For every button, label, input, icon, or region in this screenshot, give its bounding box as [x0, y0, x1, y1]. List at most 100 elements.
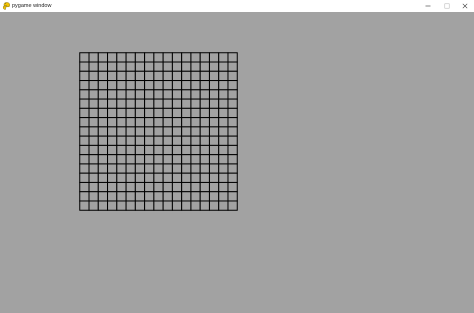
board-cell[interactable] [125, 98, 136, 109]
board-cell[interactable] [107, 61, 118, 72]
board-cell[interactable] [144, 154, 155, 165]
board-cell[interactable] [79, 154, 90, 165]
board-cell[interactable] [199, 107, 210, 119]
board-cell[interactable] [144, 117, 155, 128]
board-cell[interactable] [116, 70, 127, 82]
board-cell[interactable] [144, 135, 155, 146]
board-cell[interactable] [134, 200, 146, 211]
board-cell[interactable] [144, 181, 155, 193]
board-cell[interactable] [107, 172, 118, 183]
board-cell[interactable] [190, 200, 201, 211]
board-cell[interactable] [79, 144, 90, 156]
board-cell[interactable] [88, 154, 99, 165]
board-cell[interactable] [181, 89, 192, 100]
board-cell[interactable] [171, 126, 183, 137]
board-cell[interactable] [208, 107, 220, 119]
board-cell[interactable] [134, 80, 146, 91]
board-cell[interactable] [107, 163, 118, 174]
board-cell[interactable] [190, 154, 201, 165]
board-cell[interactable] [171, 163, 183, 174]
board-cell[interactable] [153, 70, 164, 82]
board-cell[interactable] [79, 52, 90, 63]
board-cell[interactable] [199, 181, 210, 193]
board-cell[interactable] [88, 135, 99, 146]
board-cell[interactable] [162, 117, 173, 128]
board-cell[interactable] [181, 191, 192, 202]
board-cell[interactable] [144, 126, 155, 137]
board-cell[interactable] [190, 80, 201, 91]
board-cell[interactable] [79, 98, 90, 109]
board-cell[interactable] [134, 144, 146, 156]
board-cell[interactable] [199, 154, 210, 165]
board-cell[interactable] [116, 144, 127, 156]
board-cell[interactable] [116, 154, 127, 165]
board-cell[interactable] [88, 172, 99, 183]
board-cell[interactable] [190, 70, 201, 82]
board-cell[interactable] [190, 61, 201, 72]
board-cell[interactable] [162, 191, 173, 202]
board-cell[interactable] [190, 117, 201, 128]
board-cell[interactable] [97, 107, 109, 119]
board-cell[interactable] [181, 163, 192, 174]
board-cell[interactable] [218, 191, 229, 202]
board-cell[interactable] [107, 154, 118, 165]
board-cell[interactable] [208, 135, 220, 146]
board-cell[interactable] [134, 117, 146, 128]
board-cell[interactable] [125, 144, 136, 156]
board-cell[interactable] [162, 80, 173, 91]
board-cell[interactable] [116, 89, 127, 100]
board-cell[interactable] [162, 107, 173, 119]
board-cell[interactable] [116, 61, 127, 72]
board-cell[interactable] [190, 126, 201, 137]
board-cell[interactable] [153, 107, 164, 119]
board-cell[interactable] [199, 172, 210, 183]
board-cell[interactable] [171, 52, 183, 63]
board-cell[interactable] [107, 98, 118, 109]
board-cell[interactable] [125, 200, 136, 211]
board-cell[interactable] [134, 181, 146, 193]
board-cell[interactable] [227, 117, 238, 128]
board-cell[interactable] [88, 126, 99, 137]
board-cell[interactable] [116, 126, 127, 137]
board-cell[interactable] [107, 107, 118, 119]
board-cell[interactable] [227, 126, 238, 137]
board-cell[interactable] [144, 52, 155, 63]
board-cell[interactable] [153, 80, 164, 91]
board-cell[interactable] [199, 89, 210, 100]
board-cell[interactable] [144, 107, 155, 119]
board-cell[interactable] [227, 80, 238, 91]
board-cell[interactable] [153, 61, 164, 72]
board-cell[interactable] [199, 163, 210, 174]
board-cell[interactable] [171, 191, 183, 202]
board-cell[interactable] [116, 98, 127, 109]
board-cell[interactable] [79, 61, 90, 72]
maximize-button[interactable] [437, 0, 457, 12]
title-bar[interactable]: pygame window [0, 0, 474, 12]
board-cell[interactable] [107, 135, 118, 146]
board-cell[interactable] [116, 200, 127, 211]
board-cell[interactable] [199, 70, 210, 82]
board-cell[interactable] [134, 191, 146, 202]
board-cell[interactable] [162, 163, 173, 174]
board-cell[interactable] [97, 154, 109, 165]
board-cell[interactable] [88, 200, 99, 211]
board-cell[interactable] [181, 98, 192, 109]
board-cell[interactable] [134, 172, 146, 183]
board-cell[interactable] [97, 117, 109, 128]
board-cell[interactable] [97, 181, 109, 193]
board-cell[interactable] [199, 191, 210, 202]
board-cell[interactable] [97, 144, 109, 156]
board-cell[interactable] [79, 80, 90, 91]
board-cell[interactable] [144, 200, 155, 211]
board-cell[interactable] [227, 107, 238, 119]
board-cell[interactable] [125, 61, 136, 72]
board-cell[interactable] [199, 126, 210, 137]
board-cell[interactable] [97, 163, 109, 174]
board-cell[interactable] [181, 154, 192, 165]
board-cell[interactable] [218, 117, 229, 128]
board-cell[interactable] [125, 163, 136, 174]
board-cell[interactable] [171, 172, 183, 183]
board-cell[interactable] [125, 135, 136, 146]
board-cell[interactable] [171, 70, 183, 82]
board-cell[interactable] [171, 200, 183, 211]
